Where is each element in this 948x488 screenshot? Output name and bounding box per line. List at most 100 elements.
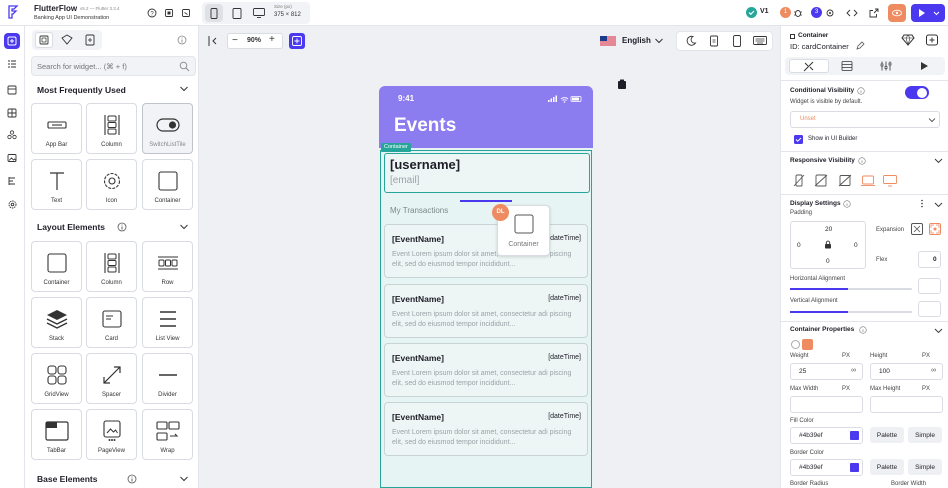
widget-tile-stack[interactable]: Stack bbox=[31, 297, 82, 348]
widget-tile-spacer[interactable]: Spacer bbox=[86, 353, 137, 404]
border-color-swatch[interactable] bbox=[850, 463, 859, 472]
width-input[interactable]: 25 ∞ bbox=[790, 363, 863, 380]
fill-color-swatch[interactable] bbox=[850, 431, 859, 440]
widget-tile-list-view[interactable]: List View bbox=[142, 297, 193, 348]
widget-tile-icon[interactable]: Icon bbox=[86, 159, 137, 210]
tab-properties-icon[interactable] bbox=[789, 59, 829, 73]
media-assets-icon[interactable] bbox=[4, 150, 20, 166]
max-height-input[interactable] bbox=[870, 396, 943, 413]
chevron-down-icon[interactable] bbox=[934, 327, 943, 334]
padding-bottom-value[interactable]: 0 bbox=[826, 258, 830, 265]
widget-tile-card[interactable]: Card bbox=[86, 297, 137, 348]
widget-tile-container[interactable]: Container bbox=[142, 159, 193, 210]
border-simple-button[interactable]: Simple bbox=[908, 459, 942, 475]
chevron-down-icon[interactable] bbox=[179, 475, 189, 483]
padding-lock-icon[interactable] bbox=[824, 240, 832, 249]
chevron-down-icon[interactable] bbox=[934, 201, 943, 208]
event-card[interactable]: [EventName] [dateTime] Event Lorem ipsum… bbox=[384, 402, 588, 456]
dark-mode-icon[interactable] bbox=[685, 35, 697, 47]
chevron-down-icon[interactable] bbox=[934, 157, 943, 164]
share-icon[interactable] bbox=[160, 4, 178, 22]
widget-tree-icon[interactable] bbox=[4, 56, 20, 72]
widget-tile-row[interactable]: Row bbox=[142, 241, 193, 292]
border-palette-button[interactable]: Palette bbox=[870, 459, 904, 475]
widget-panel-icon[interactable] bbox=[4, 33, 20, 49]
padding-left-value[interactable]: 0 bbox=[797, 242, 801, 249]
tab-components-icon[interactable] bbox=[58, 32, 76, 48]
database-icon[interactable] bbox=[4, 105, 20, 121]
vertical-alignment-input[interactable] bbox=[918, 301, 941, 317]
width-unit[interactable]: PX bbox=[842, 353, 850, 359]
device-frame-icon[interactable] bbox=[709, 35, 719, 47]
settings-icon[interactable] bbox=[4, 196, 20, 212]
more-options-icon[interactable] bbox=[920, 199, 924, 208]
chevron-up-icon[interactable] bbox=[179, 85, 189, 93]
padding-top-value[interactable]: 20 bbox=[825, 226, 832, 233]
expansion-expand-button[interactable] bbox=[929, 223, 941, 235]
tab-backend-query-icon[interactable] bbox=[841, 61, 853, 71]
shape-circle-button[interactable] bbox=[791, 340, 800, 349]
zoom-in-button[interactable]: + bbox=[269, 34, 275, 45]
height-unit[interactable]: PX bbox=[922, 353, 930, 359]
hide-desktop-icon[interactable] bbox=[882, 174, 898, 187]
show-in-ui-builder-checkbox[interactable] bbox=[794, 135, 803, 144]
desktop-device-icon[interactable] bbox=[250, 4, 268, 22]
horizontal-alignment-slider[interactable] bbox=[790, 288, 912, 290]
hide-tablet-landscape-icon[interactable] bbox=[838, 174, 852, 187]
widget-tile-divider[interactable]: Divider bbox=[142, 353, 193, 404]
visibility-condition-select[interactable]: Unset bbox=[790, 111, 940, 128]
info-icon[interactable] bbox=[177, 35, 187, 45]
run-button[interactable] bbox=[911, 4, 945, 22]
widget-tile-wrap[interactable]: Wrap bbox=[142, 409, 193, 460]
phone-device-icon[interactable] bbox=[205, 4, 223, 22]
flutterflow-logo[interactable] bbox=[6, 5, 20, 19]
add-component-icon[interactable] bbox=[925, 34, 939, 46]
infinity-icon[interactable]: ∞ bbox=[851, 367, 856, 374]
hide-phone-icon[interactable] bbox=[793, 174, 805, 187]
widget-tile-tabbar[interactable]: TabBar bbox=[31, 409, 82, 460]
max-height-unit[interactable]: PX bbox=[922, 386, 930, 392]
fill-palette-button[interactable]: Palette bbox=[870, 427, 904, 443]
help-icon[interactable]: ? bbox=[143, 4, 161, 22]
event-card[interactable]: [EventName] [dateTime] Event Lorem ipsum… bbox=[384, 343, 588, 397]
tab-templates-icon[interactable] bbox=[81, 32, 99, 48]
widget-search-box[interactable] bbox=[31, 56, 196, 76]
open-external-icon[interactable] bbox=[865, 4, 883, 22]
widget-tile-column[interactable]: Column bbox=[86, 241, 137, 292]
fill-color-input[interactable]: #4b39ef bbox=[790, 427, 863, 444]
edit-icon[interactable] bbox=[855, 41, 865, 51]
hide-tablet-icon[interactable] bbox=[814, 174, 828, 187]
infinity-icon[interactable]: ∞ bbox=[931, 367, 936, 374]
bug-icon[interactable] bbox=[789, 4, 807, 22]
hide-laptop-icon[interactable] bbox=[860, 174, 876, 187]
phone-preview[interactable]: 9:41 Events Container [username] [email]… bbox=[379, 86, 593, 488]
diamond-icon[interactable] bbox=[901, 34, 915, 46]
info-icon[interactable] bbox=[858, 157, 866, 165]
widget-search-input[interactable] bbox=[37, 60, 172, 73]
vertical-alignment-slider[interactable] bbox=[790, 311, 912, 313]
widget-tile-container[interactable]: Container bbox=[31, 241, 82, 292]
keyboard-icon[interactable] bbox=[753, 36, 767, 46]
max-width-input[interactable] bbox=[790, 396, 863, 413]
expansion-shrink-button[interactable] bbox=[911, 223, 923, 235]
event-card[interactable]: [EventName] [dateTime] Event Lorem ipsum… bbox=[384, 284, 588, 338]
border-color-input[interactable]: #4b39ef bbox=[790, 459, 863, 476]
flex-input[interactable]: 0 bbox=[918, 251, 941, 268]
preview-eye-icon[interactable] bbox=[888, 4, 906, 22]
phone-frame-icon[interactable] bbox=[732, 35, 742, 47]
code-icon[interactable] bbox=[843, 4, 861, 22]
custom-code-icon[interactable] bbox=[4, 173, 20, 189]
max-width-unit[interactable]: PX bbox=[842, 386, 850, 392]
event-card[interactable]: [EventName] [dateTime] Event Lorem ipsum… bbox=[384, 224, 588, 278]
tab-animations-icon[interactable] bbox=[919, 61, 929, 71]
widget-tile-gridview[interactable]: GridView bbox=[31, 353, 82, 404]
conditional-visibility-toggle[interactable] bbox=[905, 86, 929, 99]
chevron-up-icon[interactable] bbox=[179, 223, 189, 231]
info-icon[interactable] bbox=[127, 474, 137, 484]
tablet-device-icon[interactable] bbox=[228, 4, 246, 22]
api-calls-icon[interactable] bbox=[4, 127, 20, 143]
storyboard-icon[interactable] bbox=[4, 82, 20, 98]
widget-tile-column[interactable]: Column bbox=[86, 103, 137, 154]
tab-actions-icon[interactable] bbox=[880, 61, 892, 71]
fill-simple-button[interactable]: Simple bbox=[908, 427, 942, 443]
